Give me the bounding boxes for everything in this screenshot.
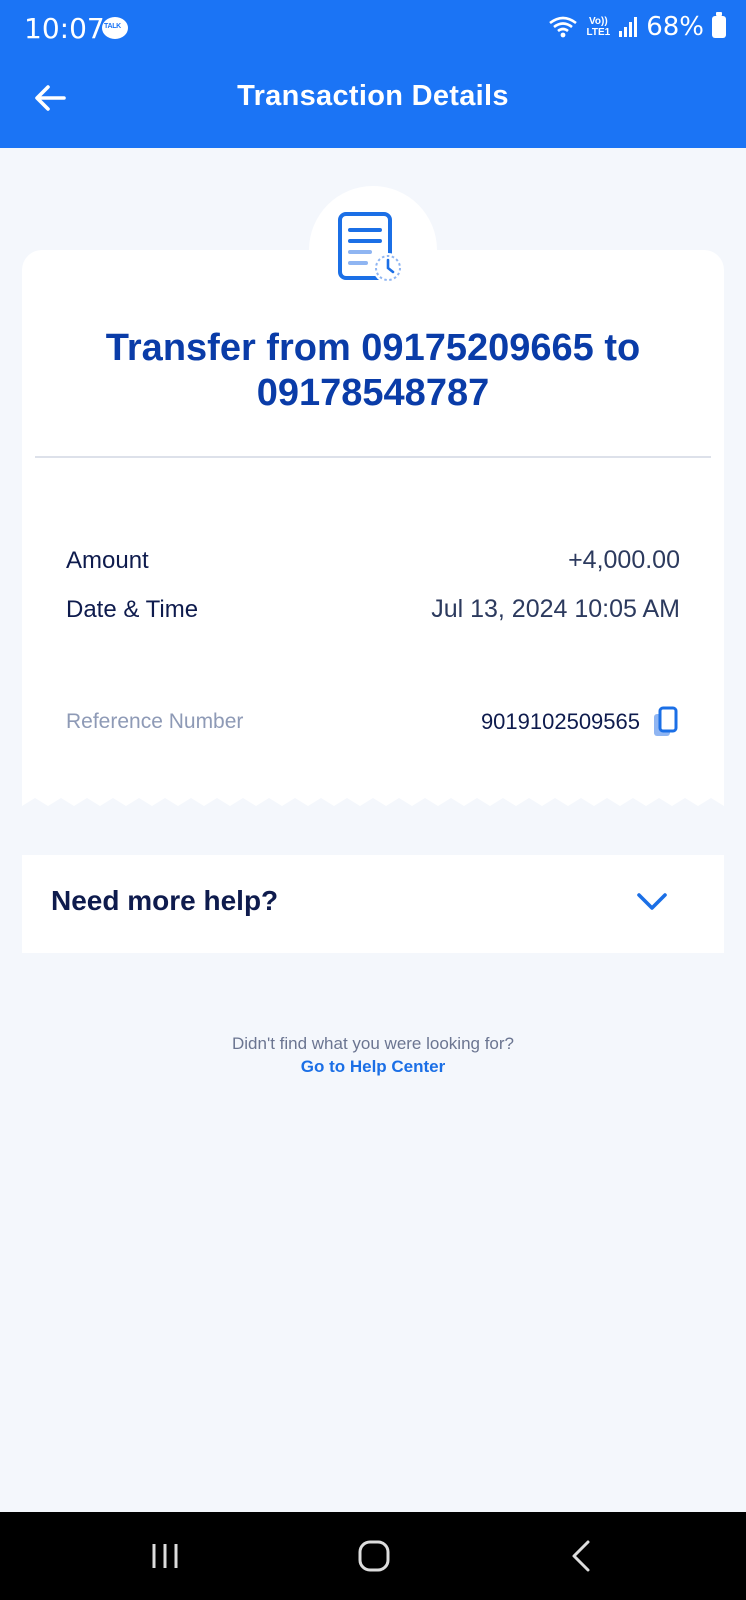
volte-bottom-text: LTE1 [586, 27, 611, 38]
reference-row: Reference Number 9019102509565 [66, 705, 680, 739]
back-icon[interactable] [562, 1536, 602, 1576]
datetime-row: Date & Time Jul 13, 2024 10:05 AM [66, 595, 680, 624]
amount-value: +4,000.00 [568, 546, 680, 574]
kakaotalk-icon: TALK [102, 17, 128, 39]
status-bar: 10:07 TALK Vo)) LTE1 68% [0, 0, 746, 56]
talk-badge-text: TALK [104, 23, 121, 30]
datetime-label: Date & Time [66, 595, 199, 623]
reference-label: Reference Number [66, 710, 244, 733]
receipt-torn-edge [22, 798, 724, 812]
page-title: Transaction Details [237, 80, 509, 112]
amount-label: Amount [66, 546, 149, 574]
copy-icon[interactable] [652, 705, 680, 739]
transaction-title: Transfer from 09175209665 to 09178548787 [105, 327, 641, 414]
status-icons: Vo)) LTE1 68% [548, 12, 726, 42]
divider [35, 456, 711, 458]
home-icon[interactable] [354, 1536, 394, 1576]
document-clock-icon [338, 212, 403, 283]
battery-percent: 68% [646, 12, 704, 42]
status-time: 10:07 [24, 12, 105, 45]
volte-icon: Vo)) LTE1 [586, 16, 610, 38]
system-nav-bar [0, 1512, 746, 1600]
amount-row: Amount +4,000.00 [66, 546, 680, 575]
recent-apps-icon[interactable] [146, 1536, 186, 1576]
need-help-label: Need more help? [51, 885, 279, 916]
volte-top-text: Vo)) [588, 16, 608, 27]
datetime-value: Jul 13, 2024 10:05 AM [431, 595, 680, 623]
need-help-accordion[interactable]: Need more help? [22, 855, 724, 953]
reference-value-group: 9019102509565 [481, 705, 680, 739]
help-center-link-wrap: Go to Help Center [0, 1057, 746, 1077]
chevron-down-icon [637, 893, 667, 910]
signal-icon [619, 17, 638, 37]
wifi-icon [549, 16, 578, 38]
reference-value: 9019102509565 [480, 709, 640, 734]
app-header: 10:07 TALK Vo)) LTE1 68% Transaction Det… [0, 0, 746, 148]
battery-icon [712, 12, 726, 38]
help-center-link[interactable]: Go to Help Center [301, 1057, 446, 1076]
help-prompt-text: Didn't find what you were looking for? [231, 1034, 514, 1053]
